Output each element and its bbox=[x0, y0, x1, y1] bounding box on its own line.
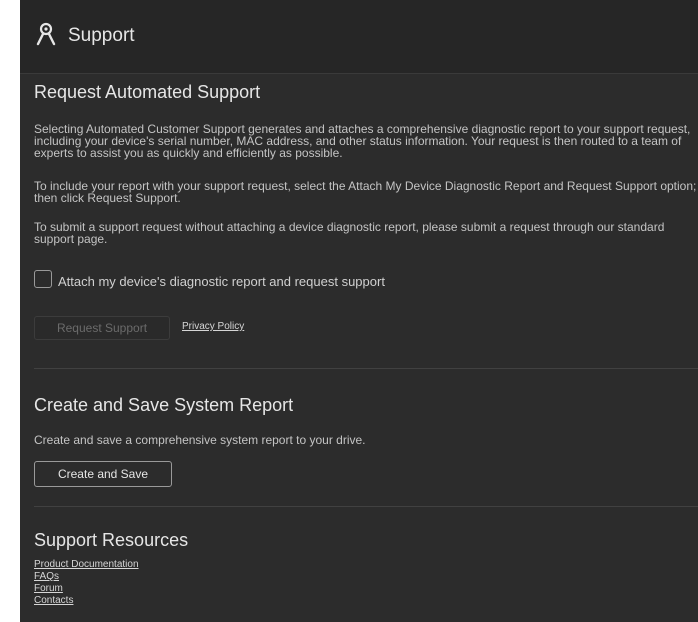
page-title: Support bbox=[68, 25, 135, 46]
section-divider bbox=[34, 368, 698, 369]
automated-support-title: Request Automated Support bbox=[34, 82, 261, 102]
product-documentation-link[interactable]: Product Documentation bbox=[34, 559, 139, 570]
faqs-link[interactable]: FAQs bbox=[34, 571, 59, 582]
support-resources-title: Support Resources bbox=[34, 530, 189, 550]
user-icon bbox=[36, 22, 56, 46]
system-report-description: Create and save a comprehensive system r… bbox=[34, 433, 366, 447]
forum-link[interactable]: Forum bbox=[34, 583, 63, 594]
automated-support-paragraph-3: To submit a support request without atta… bbox=[34, 220, 665, 246]
attach-report-checkbox[interactable] bbox=[34, 270, 52, 288]
support-panel: Support Request Automated Support Select… bbox=[20, 0, 698, 622]
automated-support-paragraph-2: To include your report with your support… bbox=[34, 179, 697, 205]
automated-support-paragraph-1: Selecting Automated Customer Support gen… bbox=[34, 122, 691, 160]
request-support-button[interactable]: Request Support bbox=[34, 316, 170, 340]
attach-report-checkbox-label[interactable]: Attach my device's diagnostic report and… bbox=[58, 275, 385, 289]
page-header: Support bbox=[20, 0, 698, 74]
contacts-link[interactable]: Contacts bbox=[34, 595, 73, 606]
section-divider bbox=[34, 506, 698, 507]
privacy-policy-link[interactable]: Privacy Policy bbox=[182, 321, 244, 333]
system-report-title: Create and Save System Report bbox=[34, 395, 294, 415]
create-and-save-button[interactable]: Create and Save bbox=[34, 461, 172, 487]
